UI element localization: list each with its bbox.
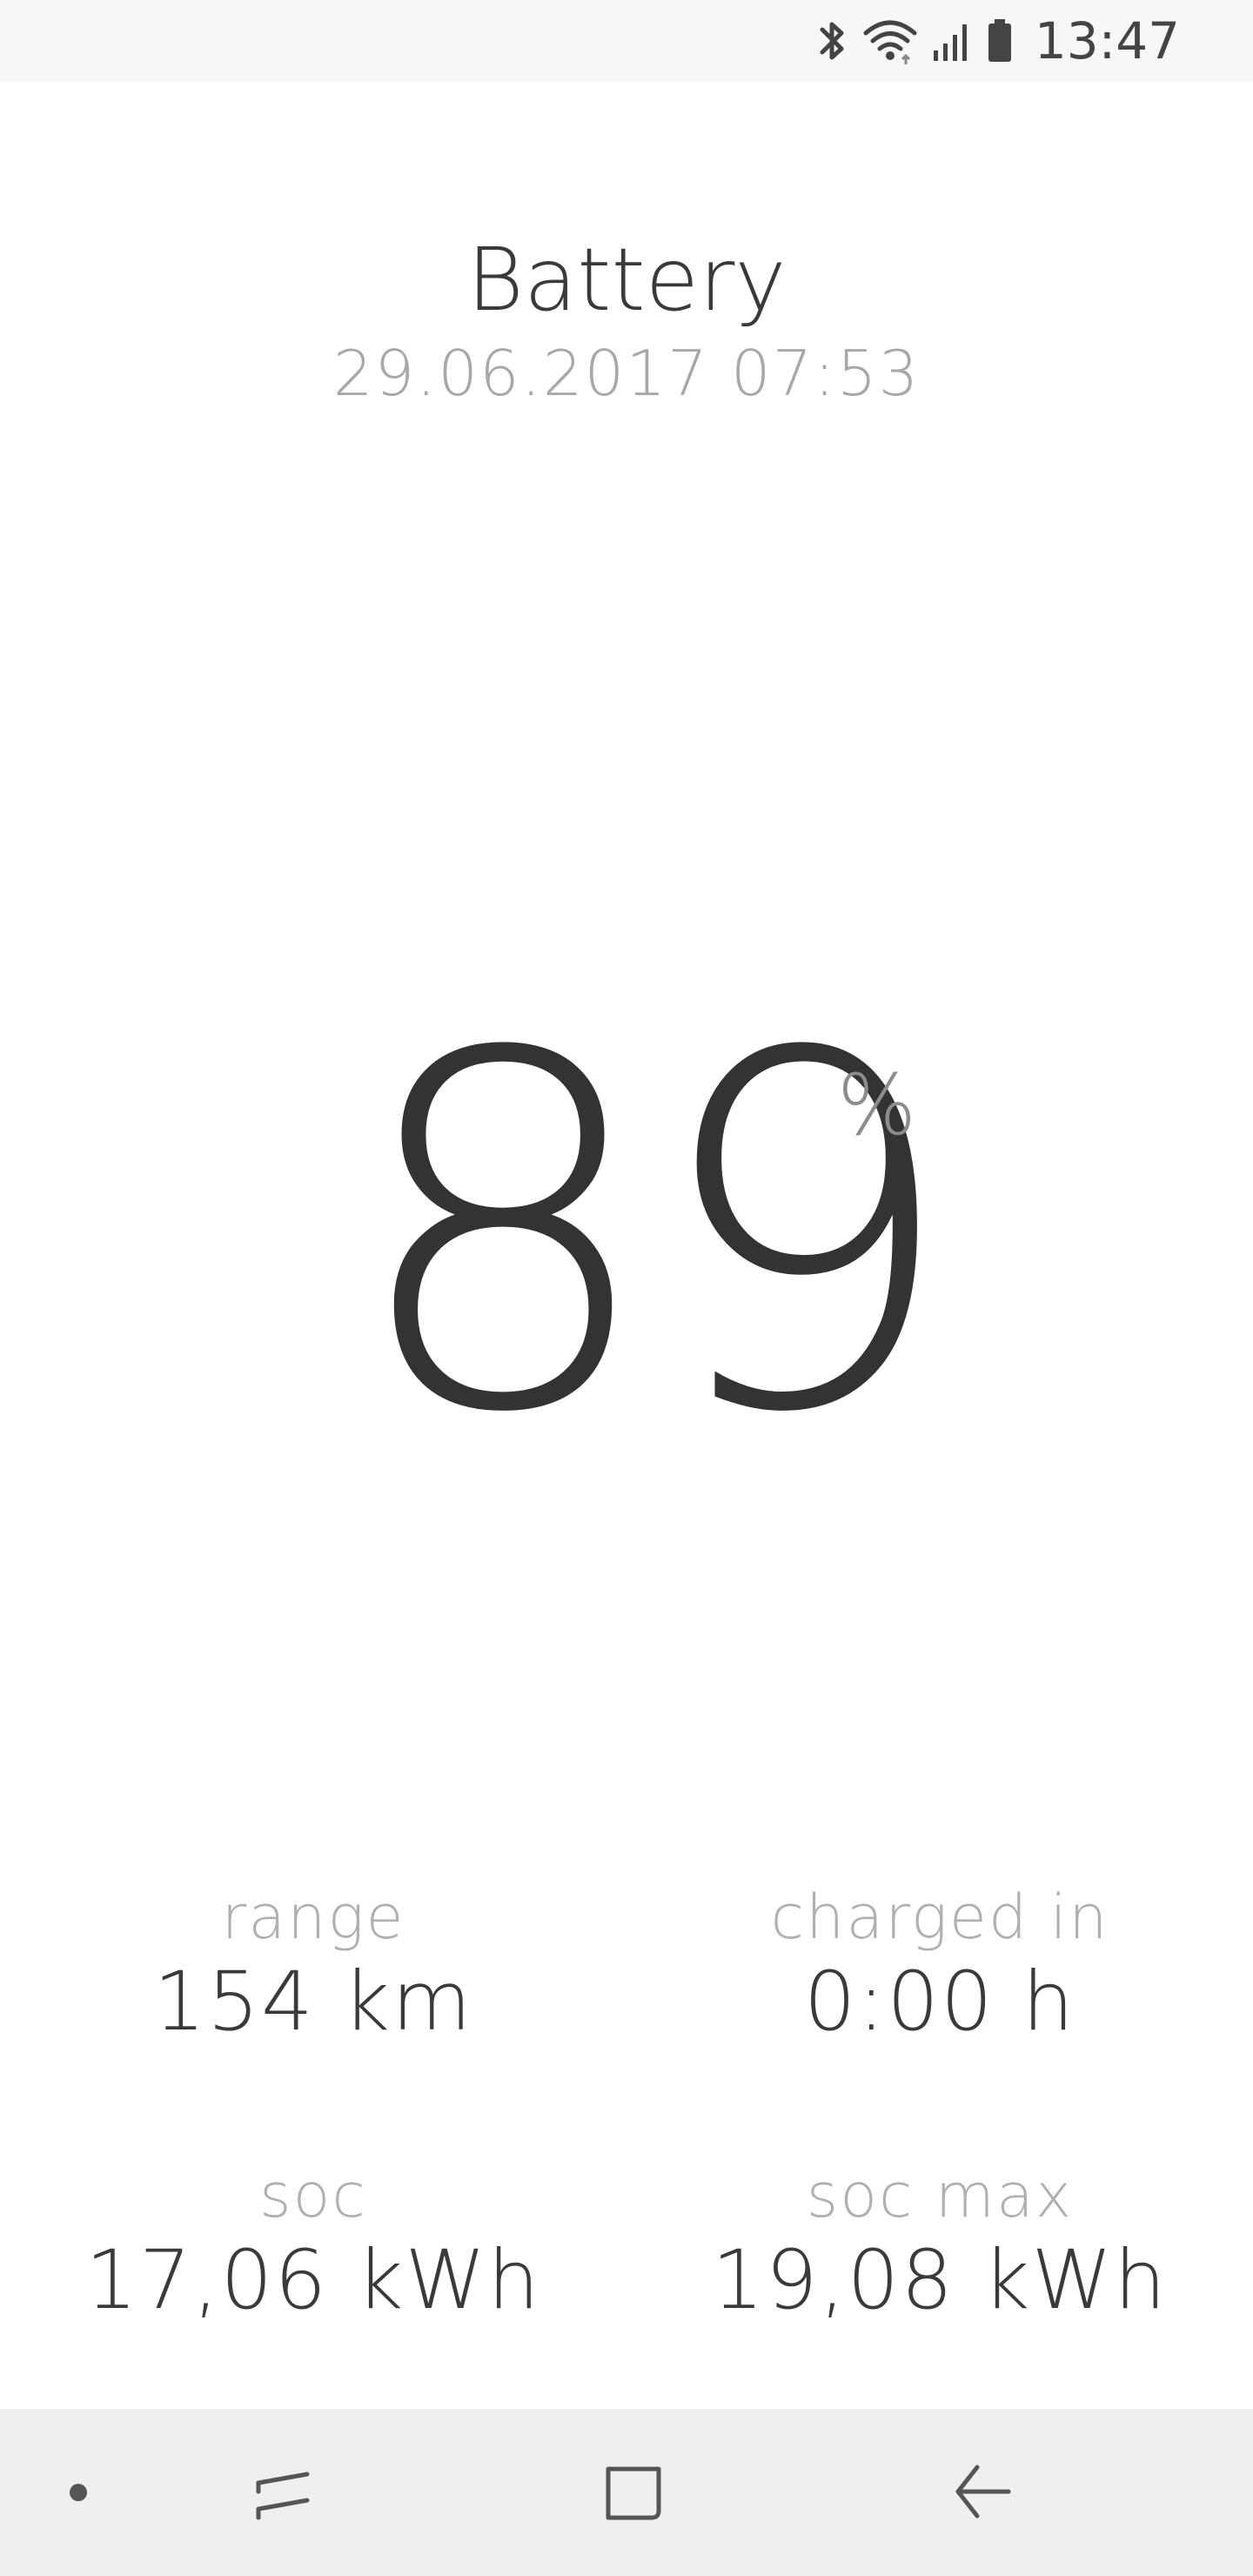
soc-max-label: soc max — [806, 2160, 1074, 2231]
battery-icon — [986, 17, 1014, 64]
wifi-icon — [862, 17, 918, 64]
status-bar: 13:47 — [0, 0, 1253, 82]
home-button[interactable] — [581, 2440, 686, 2545]
bluetooth-icon — [815, 17, 850, 64]
page-title: Battery — [466, 229, 787, 331]
recents-button[interactable] — [231, 2440, 336, 2545]
battery-percentage-value: 89 — [348, 952, 960, 1519]
range-stat: range 154 km — [0, 1880, 626, 2050]
recents-icon — [256, 2472, 310, 2520]
back-icon — [955, 2465, 1011, 2519]
charged-in-stat: charged in 0:00 h — [626, 1880, 1253, 2050]
charged-in-label: charged in — [770, 1882, 1109, 1953]
soc-max-stat: soc max 19,08 kWh — [626, 2158, 1253, 2329]
soc-stat: soc 17,06 kWh — [0, 2158, 626, 2329]
battery-level-display: 89 % — [0, 952, 1253, 1519]
charged-in-value: 0:00 h — [803, 1955, 1076, 2049]
navigation-bar — [0, 2409, 1253, 2576]
percent-unit: % — [837, 1057, 917, 1154]
range-value: 154 km — [153, 1955, 473, 2049]
last-update-timestamp: 29.06.2017 07:53 — [332, 337, 921, 410]
back-button[interactable] — [931, 2440, 1035, 2545]
range-label: range — [221, 1882, 405, 1953]
soc-max-value: 19,08 kWh — [712, 2233, 1168, 2328]
soc-value: 17,06 kWh — [85, 2233, 541, 2328]
soc-label: soc — [259, 2160, 367, 2231]
status-time: 13:47 — [1034, 11, 1180, 70]
signal-icon — [930, 17, 974, 64]
home-icon — [606, 2466, 661, 2520]
status-icons: 13:47 — [815, 11, 1180, 70]
dot-indicator-icon[interactable] — [70, 2484, 87, 2501]
battery-screen: 13:47 Battery 29.06.2017 07:53 89 % rang… — [0, 0, 1253, 2576]
